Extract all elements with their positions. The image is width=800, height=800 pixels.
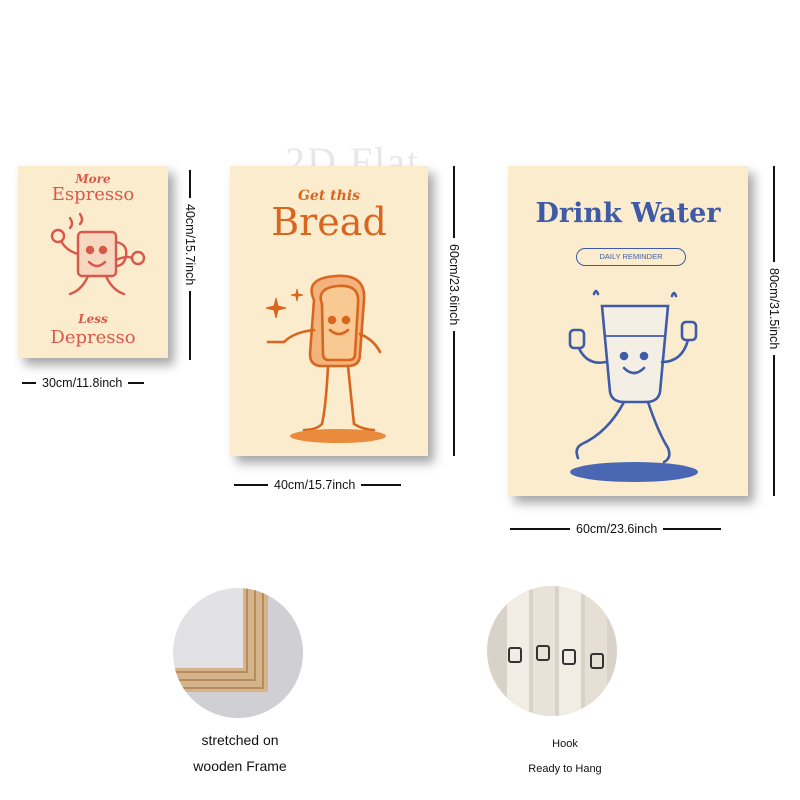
poster-less-text: Less xyxy=(78,312,108,326)
bread-toast-mascot-icon xyxy=(265,274,386,443)
wooden-frame-photo xyxy=(173,588,303,718)
poster-bread: Get this Bread xyxy=(230,166,428,456)
water-height-label: 80cm/31.5inch xyxy=(767,268,781,350)
ready-to-hang-caption: Ready to Hang xyxy=(528,763,602,775)
wooden-frame-corner-icon xyxy=(173,588,303,718)
poster-drink-water-text: Drink Water xyxy=(535,198,721,229)
water-height-dimension: 80cm/31.5inch xyxy=(764,166,784,496)
wooden-frame-caption-1: stretched on xyxy=(201,732,279,748)
poster-espresso: More Espresso Less Depresso xyxy=(18,166,168,358)
wooden-frame-caption-2: wooden Frame xyxy=(193,758,287,774)
espresso-height-label: 40cm/15.7inch xyxy=(183,204,197,286)
espresso-width-label: 30cm/11.8inch xyxy=(42,376,123,390)
bread-height-dimension: 60cm/23.6inch xyxy=(444,166,464,456)
poster-depresso-text: Depresso xyxy=(50,327,136,348)
bread-height-label: 60cm/23.6inch xyxy=(447,244,461,326)
bread-width-label: 40cm/15.7inch xyxy=(274,478,356,492)
espresso-width-dimension: 30cm/11.8inch xyxy=(22,376,167,390)
hanging-hooks-icon xyxy=(507,586,607,716)
hook-photo xyxy=(487,586,617,716)
poster-espresso-text: Espresso xyxy=(51,184,135,205)
hook-caption: Hook xyxy=(552,738,578,750)
poster-drink-water: Drink Water DAILY REMINDER xyxy=(508,166,748,496)
water-glass-mascot-icon xyxy=(568,289,698,482)
espresso-height-dimension: 40cm/15.7inch xyxy=(180,170,200,360)
poster-bread-text: Bread xyxy=(271,200,387,244)
water-width-dimension: 60cm/23.6inch xyxy=(510,522,748,536)
daily-reminder-badge: DAILY REMINDER xyxy=(576,248,686,266)
coffee-cup-mascot-icon xyxy=(50,212,146,296)
water-width-label: 60cm/23.6inch xyxy=(576,522,658,536)
bread-width-dimension: 40cm/15.7inch xyxy=(234,478,429,492)
